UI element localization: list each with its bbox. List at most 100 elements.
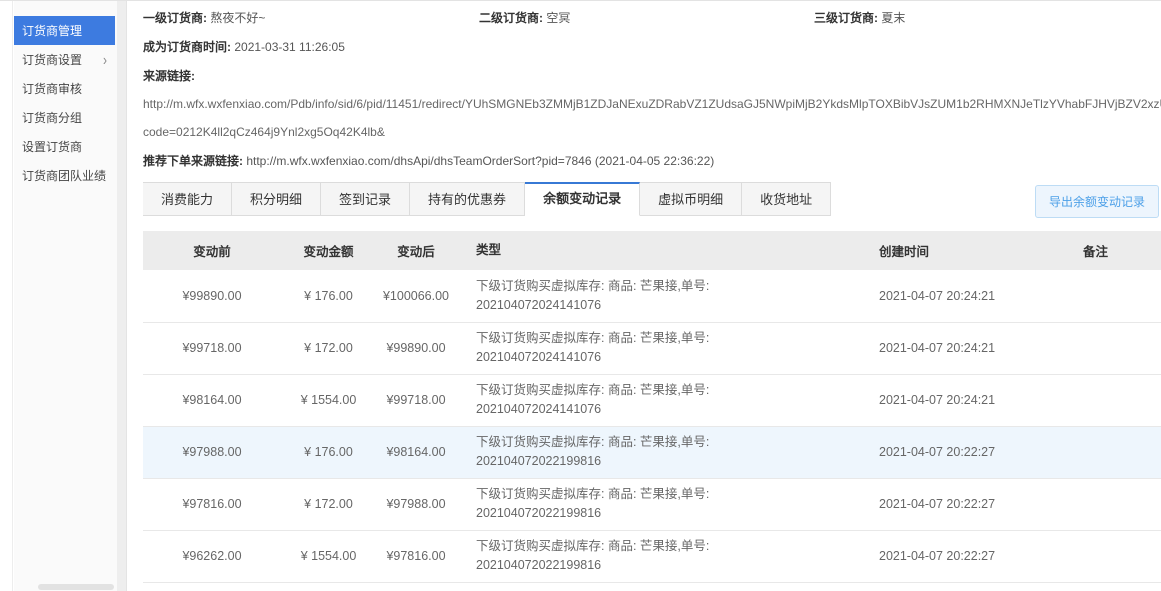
sidebar-scrollbar[interactable]	[117, 1, 126, 591]
cell-amount: ¥ 176.00	[281, 426, 376, 478]
sidebar-item[interactable]: 订货商分组 ›	[14, 103, 115, 132]
main-content: 一级订货商: 熬夜不好~ 二级订货商: 空冥 三级订货商: 夏末 成为订货商时间…	[128, 1, 1161, 591]
tab[interactable]: 签到记录	[321, 182, 410, 216]
become-time-row: 成为订货商时间: 2021-03-31 11:26:05	[143, 39, 1161, 56]
cell-remark	[1055, 322, 1161, 374]
cell-before: ¥96262.00	[143, 530, 281, 582]
merchant-levels-row: 一级订货商: 熬夜不好~ 二级订货商: 空冥 三级订货商: 夏末	[143, 10, 1161, 27]
sidebar: 订货商管理 › 订货商设置 › 订货商审核 › 订货商分组 ›	[14, 1, 127, 591]
cell-before: ¥97988.00	[143, 426, 281, 478]
tab[interactable]: 虚拟币明细	[640, 182, 742, 216]
cell-amount: ¥ 99.00	[281, 582, 376, 591]
cell-amount: ¥ 1554.00	[281, 530, 376, 582]
cell-amount: ¥ 172.00	[281, 478, 376, 530]
cell-amount: ¥ 1554.00	[281, 374, 376, 426]
cell-remark	[1055, 270, 1161, 322]
table-row: ¥98164.00 ¥ 1554.00 ¥99718.00 下级订货购买虚拟库存…	[143, 374, 1161, 426]
sidebar-item[interactable]: 订货商审核 ›	[14, 74, 115, 103]
sidebar-item[interactable]: 订货商团队业绩 ›	[14, 161, 115, 190]
cell-after: ¥99890.00	[376, 322, 456, 374]
balance-change-table: 变动前 变动金额 变动后 类型 创建时间 备注 ¥99890.00 ¥ 176.…	[143, 231, 1161, 591]
merchant-info: 一级订货商: 熬夜不好~ 二级订货商: 空冥 三级订货商: 夏末 成为订货商时间…	[128, 1, 1161, 170]
cell-created-time: 2021-04-07 20:24:21	[861, 374, 1055, 426]
export-balance-records-button[interactable]: 导出余额变动记录	[1035, 185, 1159, 218]
recommend-link-label: 推荐下单来源链接:	[143, 154, 243, 168]
cell-before: ¥96361.00	[143, 582, 281, 591]
cell-remark	[1055, 374, 1161, 426]
tab[interactable]: 收货地址	[742, 182, 831, 216]
sidebar-nav: 订货商管理 › 订货商设置 › 订货商审核 › 订货商分组 ›	[14, 1, 126, 190]
cell-amount: ¥ 176.00	[281, 270, 376, 322]
cell-created-time: 2021-04-07 20:24:21	[861, 270, 1055, 322]
cell-remark	[1055, 478, 1161, 530]
sidebar-item[interactable]: 设置订货商 ›	[14, 132, 115, 161]
horizontal-scrollbar-thumb[interactable]	[38, 584, 114, 590]
level1-merchant: 一级订货商: 熬夜不好~	[143, 10, 479, 27]
level1-value: 熬夜不好~	[210, 11, 265, 25]
col-header-created: 创建时间	[861, 231, 1055, 270]
cell-remark	[1055, 426, 1161, 478]
tab[interactable]: 持有的优惠券	[410, 182, 525, 216]
cell-created-time: 2021-04-07 20:24:21	[861, 322, 1055, 374]
col-header-before: 变动前	[143, 231, 281, 270]
tab[interactable]: 余额变动记录	[525, 182, 640, 216]
sidebar-item-label: 订货商管理	[22, 22, 82, 39]
left-strip	[0, 1, 13, 591]
cell-remark	[1055, 530, 1161, 582]
recommend-link-row: 推荐下单来源链接: http://m.wfx.wxfenxiao.com/dhs…	[143, 153, 1161, 170]
sidebar-item[interactable]: 订货商设置 ›	[14, 45, 115, 74]
cell-type: 下级订货购买虚拟库存: 商品: 芒果接,单号: 2021040720221998…	[456, 530, 861, 582]
source-link-row: 来源链接:	[143, 68, 1161, 85]
page: 订货商管理 › 订货商设置 › 订货商审核 › 订货商分组 ›	[0, 0, 1161, 591]
become-time-label: 成为订货商时间:	[143, 40, 231, 54]
table-row: ¥97988.00 ¥ 176.00 ¥98164.00 下级订货购买虚拟库存:…	[143, 426, 1161, 478]
cell-type: 下级订货购买虚拟库存: 商品: 芒果接,单号: 2021040720241410…	[456, 322, 861, 374]
sidebar-item-label: 订货商审核	[22, 80, 82, 97]
level2-merchant: 二级订货商: 空冥	[479, 10, 814, 27]
col-header-after: 变动后	[376, 231, 456, 270]
level3-label: 三级订货商:	[814, 11, 878, 25]
cell-after: ¥97988.00	[376, 478, 456, 530]
cell-before: ¥99890.00	[143, 270, 281, 322]
cell-type: 订单付款,单号: 202104071727515517	[456, 582, 861, 591]
cell-remark	[1055, 582, 1161, 591]
table-row: ¥96361.00 ¥ 99.00 ¥96262.00 订单付款,单号: 202…	[143, 582, 1161, 591]
cell-type: 下级订货购买虚拟库存: 商品: 芒果接,单号: 2021040720221998…	[456, 426, 861, 478]
source-link-url-continued: code=0212K4ll2qCz464j9Ynl2xg5Oq42K4lb&	[143, 125, 1161, 140]
tab[interactable]: 积分明细	[232, 182, 321, 216]
sidebar-item-label: 订货商设置	[22, 51, 82, 68]
table-row: ¥99718.00 ¥ 172.00 ¥99890.00 下级订货购买虚拟库存:…	[143, 322, 1161, 374]
source-link-url: http://m.wfx.wxfenxiao.com/Pdb/info/sid/…	[143, 97, 1161, 112]
sidebar-item-label: 订货商分组	[22, 109, 82, 126]
cell-before: ¥99718.00	[143, 322, 281, 374]
sidebar-item-label: 设置订货商	[22, 138, 82, 155]
recommend-link-value: http://m.wfx.wxfenxiao.com/dhsApi/dhsTea…	[246, 154, 714, 168]
chevron-right-icon: ›	[103, 50, 107, 68]
table-row: ¥97816.00 ¥ 172.00 ¥97988.00 下级订货购买虚拟库存:…	[143, 478, 1161, 530]
cell-before: ¥97816.00	[143, 478, 281, 530]
level3-merchant: 三级订货商: 夏末	[814, 10, 905, 27]
cell-after: ¥100066.00	[376, 270, 456, 322]
level3-value: 夏末	[881, 11, 905, 25]
col-header-remark: 备注	[1055, 231, 1161, 270]
level2-label: 二级订货商:	[479, 11, 543, 25]
level1-label: 一级订货商:	[143, 11, 207, 25]
cell-after: ¥97816.00	[376, 530, 456, 582]
cell-amount: ¥ 172.00	[281, 322, 376, 374]
cell-type: 下级订货购买虚拟库存: 商品: 芒果接,单号: 2021040720241410…	[456, 374, 861, 426]
table-row: ¥96262.00 ¥ 1554.00 ¥97816.00 下级订货购买虚拟库存…	[143, 530, 1161, 582]
col-header-amount: 变动金额	[281, 231, 376, 270]
sidebar-item[interactable]: 订货商管理 ›	[14, 16, 115, 45]
table-row: ¥99890.00 ¥ 176.00 ¥100066.00 下级订货购买虚拟库存…	[143, 270, 1161, 322]
level2-value: 空冥	[546, 11, 570, 25]
cell-after: ¥98164.00	[376, 426, 456, 478]
cell-after: ¥96262.00	[376, 582, 456, 591]
cell-type: 下级订货购买虚拟库存: 商品: 芒果接,单号: 2021040720221998…	[456, 478, 861, 530]
source-link-label: 来源链接:	[143, 69, 195, 83]
cell-before: ¥98164.00	[143, 374, 281, 426]
table-body: ¥99890.00 ¥ 176.00 ¥100066.00 下级订货购买虚拟库存…	[143, 270, 1161, 591]
become-time-value: 2021-03-31 11:26:05	[234, 40, 345, 54]
table-header: 变动前 变动金额 变动后 类型 创建时间 备注	[143, 231, 1161, 270]
cell-type: 下级订货购买虚拟库存: 商品: 芒果接,单号: 2021040720241410…	[456, 270, 861, 322]
tab[interactable]: 消费能力	[143, 182, 232, 216]
